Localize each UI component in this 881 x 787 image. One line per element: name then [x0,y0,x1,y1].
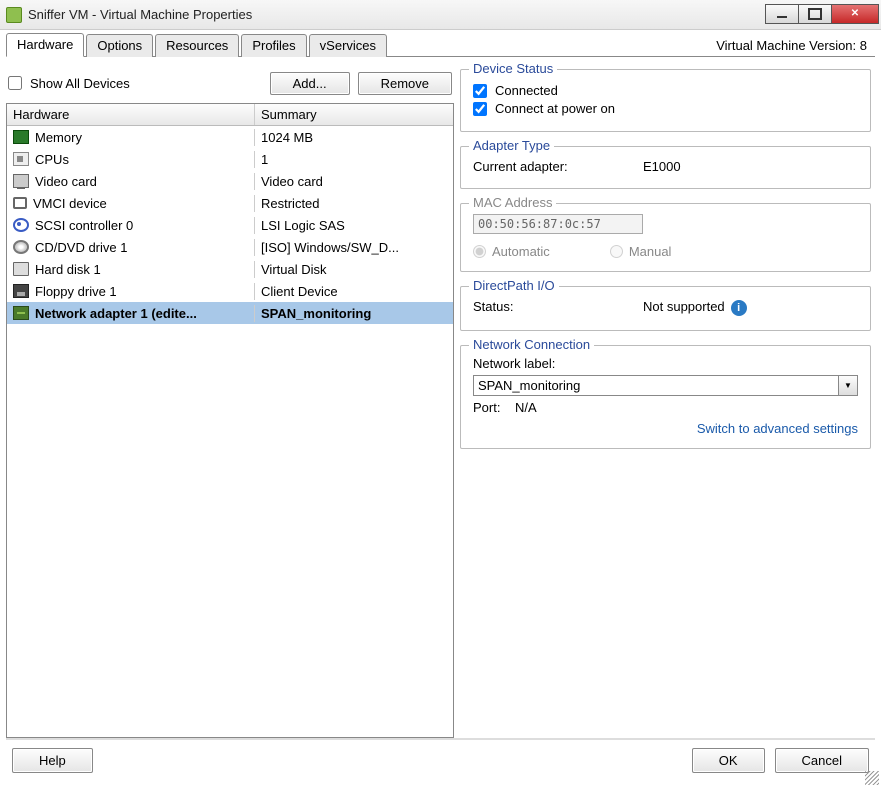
hardware-row[interactable]: Hard disk 1 Virtual Disk [7,258,453,280]
mac-address-title: MAC Address [469,195,556,210]
floppy-icon [13,284,29,298]
hardware-summary: 1 [261,152,268,167]
cancel-button[interactable]: Cancel [775,748,869,773]
hardware-row[interactable]: Network adapter 1 (edite... SPAN_monitori… [7,302,453,324]
hardware-row[interactable]: VMCI device Restricted [7,192,453,214]
mac-automatic-radio: Automatic [473,244,550,259]
info-icon[interactable]: i [731,300,747,316]
mac-manual-input [610,245,623,258]
hardware-row[interactable]: CPUs 1 [7,148,453,170]
remove-button[interactable]: Remove [358,72,452,95]
hardware-name: Network adapter 1 (edite... [35,306,197,321]
network-label-combo[interactable] [473,375,858,396]
tab-resources[interactable]: Resources [155,34,239,57]
column-hardware[interactable]: Hardware [7,104,255,125]
hardware-name: Video card [35,174,97,189]
hardware-summary: SPAN_monitoring [261,306,371,321]
hardware-summary: LSI Logic SAS [261,218,345,233]
hdd-icon [13,262,29,276]
hardware-name: Memory [35,130,82,145]
window-controls [766,4,879,26]
tab-vservices[interactable]: vServices [309,34,387,57]
network-connection-group: Network Connection Network label: Port: … [460,345,871,449]
net-icon [13,306,29,320]
switch-advanced-link[interactable]: Switch to advanced settings [697,421,858,436]
directpath-label: Status: [473,299,643,316]
dialog-footer: Help OK Cancel [6,738,875,781]
hardware-row[interactable]: Memory 1024 MB [7,126,453,148]
help-button[interactable]: Help [12,748,93,773]
resize-grip[interactable] [865,771,879,785]
hardware-row[interactable]: CD/DVD drive 1 [ISO] Windows/SW_D... [7,236,453,258]
hardware-summary: [ISO] Windows/SW_D... [261,240,399,255]
hardware-name: Hard disk 1 [35,262,101,277]
network-label-text: Network label: [473,356,858,371]
connect-at-poweron-input[interactable] [473,102,487,116]
directpath-value: Not supportedi [643,299,747,316]
vmci-icon [13,197,27,209]
port-value: N/A [515,400,537,415]
scsi-icon [13,218,29,232]
device-status-group: Device Status Connected Connect at power… [460,69,871,132]
mac-address-input [473,214,643,234]
hardware-name: SCSI controller 0 [35,218,133,233]
mac-automatic-input [473,245,486,258]
vm-version: Virtual Machine Version: 8 [716,38,875,56]
hardware-summary: Client Device [261,284,338,299]
port-label: Port: [473,400,515,415]
mem-icon [13,130,29,144]
column-summary[interactable]: Summary [255,104,453,125]
connected-label: Connected [495,83,558,98]
hardware-row[interactable]: Floppy drive 1 Client Device [7,280,453,302]
tab-profiles[interactable]: Profiles [241,34,306,57]
window-title: Sniffer VM - Virtual Machine Properties [28,7,766,22]
hardware-name: CD/DVD drive 1 [35,240,127,255]
adapter-type-value: E1000 [643,159,681,174]
adapter-type-label: Current adapter: [473,159,643,174]
app-icon [6,7,22,23]
hardware-summary: 1024 MB [261,130,313,145]
hardware-summary: Video card [261,174,323,189]
show-all-devices-input[interactable] [8,76,22,90]
directpath-title: DirectPath I/O [469,278,559,293]
maximize-button[interactable] [798,4,832,24]
video-icon [13,174,29,188]
show-all-devices-label: Show All Devices [30,76,130,91]
hardware-table: Hardware Summary Memory 1024 MB CPUs 1 Video… [6,103,454,738]
titlebar: Sniffer VM - Virtual Machine Properties [0,0,881,30]
cpu-icon [13,152,29,166]
minimize-button[interactable] [765,4,799,24]
network-connection-title: Network Connection [469,337,594,352]
connected-checkbox[interactable]: Connected [473,83,858,98]
show-all-devices-checkbox[interactable]: Show All Devices [8,76,270,91]
ok-button[interactable]: OK [692,748,765,773]
close-button[interactable] [831,4,879,24]
hardware-row[interactable]: SCSI controller 0 LSI Logic SAS [7,214,453,236]
add-button[interactable]: Add... [270,72,350,95]
connect-at-poweron-checkbox[interactable]: Connect at power on [473,101,858,116]
hardware-name: Floppy drive 1 [35,284,117,299]
hardware-name: VMCI device [33,196,107,211]
connect-at-poweron-label: Connect at power on [495,101,615,116]
tab-hardware[interactable]: Hardware [6,33,84,57]
hardware-summary: Restricted [261,196,320,211]
connected-input[interactable] [473,84,487,98]
tab-bar: Hardware Options Resources Profiles vSer… [6,33,875,57]
cd-icon [13,240,29,254]
mac-address-group: MAC Address Automatic Manual [460,203,871,272]
tab-options[interactable]: Options [86,34,153,57]
adapter-type-group: Adapter Type Current adapter: E1000 [460,146,871,189]
mac-manual-radio: Manual [610,244,672,259]
device-status-title: Device Status [469,61,557,76]
hardware-summary: Virtual Disk [261,262,327,277]
adapter-type-title: Adapter Type [469,138,554,153]
network-label-input[interactable] [473,375,838,396]
directpath-group: DirectPath I/O Status: Not supportedi [460,286,871,331]
hardware-name: CPUs [35,152,69,167]
dropdown-icon[interactable] [838,375,858,396]
hardware-row[interactable]: Video card Video card [7,170,453,192]
